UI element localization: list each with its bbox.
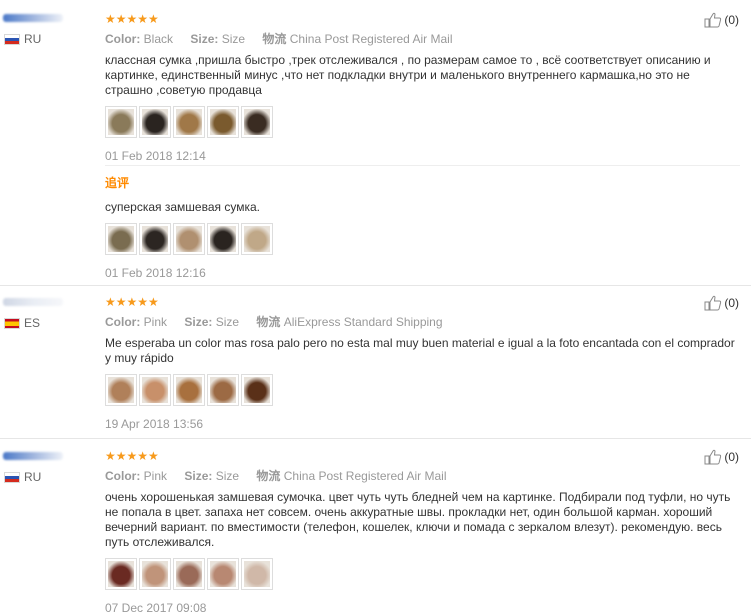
- photo-thumbnail[interactable]: [105, 558, 137, 590]
- color-value: Black: [143, 32, 174, 46]
- shipping-label: 物流: [256, 469, 281, 483]
- size-value: Size: [221, 32, 246, 46]
- photo-thumbnail[interactable]: [173, 106, 205, 138]
- review-content: ★★★★★ Color: Pink Size: Size 物流 AliExpre…: [105, 296, 740, 431]
- helpful-button[interactable]: (0): [704, 449, 739, 465]
- photo-thumbnail[interactable]: [241, 374, 273, 406]
- additional-review-text: суперская замшевая сумка.: [105, 200, 260, 214]
- order-info: Color: Pink Size: Size 物流 China Post Reg…: [105, 468, 740, 484]
- shipping-label: 物流: [256, 315, 281, 329]
- flag-es-icon: [4, 317, 20, 329]
- review-item: ES ★★★★★ Color: Pink Size: Size 物流 AliEx…: [0, 286, 751, 438]
- helpful-count: (0): [724, 450, 739, 464]
- additional-review-title: 追评: [105, 176, 130, 190]
- review-item: RU ★★★★★ Color: Black Size: Size 物流 Chin…: [0, 0, 751, 285]
- photo-thumbnail[interactable]: [173, 223, 205, 255]
- thumbs-up-icon: [704, 12, 722, 28]
- additional-review: 追评 суперская замшевая сумка. 01 Feb 2018…: [105, 174, 740, 280]
- helpful-count: (0): [724, 13, 739, 27]
- review-item: RU ★★★★★ Color: Pink Size: Size 物流 China…: [0, 439, 751, 615]
- photo-thumbnail[interactable]: [241, 558, 273, 590]
- review-date: 19 Apr 2018 13:56: [105, 417, 204, 431]
- shipping-label: 物流: [262, 32, 287, 46]
- photo-thumbnail[interactable]: [173, 374, 205, 406]
- helpful-button[interactable]: (0): [704, 295, 739, 311]
- country-code: ES: [24, 316, 41, 330]
- photo-thumbnail[interactable]: [105, 106, 137, 138]
- review-text: очень хорошенькая замшевая сумочка. цвет…: [105, 490, 731, 549]
- photo-thumbnail[interactable]: [139, 106, 171, 138]
- order-info: Color: Black Size: Size 物流 China Post Re…: [105, 31, 740, 47]
- review-photos: [105, 558, 740, 590]
- rating-stars: ★★★★★: [105, 295, 159, 309]
- reviewer-country: ES: [4, 316, 40, 330]
- reviewer-country: RU: [4, 470, 41, 484]
- rating-stars: ★★★★★: [105, 12, 159, 26]
- divider: [105, 165, 740, 166]
- color-value: Pink: [143, 315, 168, 329]
- reviewer-name: [3, 298, 63, 306]
- photo-thumbnail[interactable]: [241, 223, 273, 255]
- shipping-value: China Post Registered Air Mail: [289, 32, 453, 46]
- photo-thumbnail[interactable]: [241, 106, 273, 138]
- photo-thumbnail[interactable]: [105, 374, 137, 406]
- rating-stars: ★★★★★: [105, 449, 159, 463]
- size-label: Size:: [184, 315, 213, 329]
- photo-thumbnail[interactable]: [207, 374, 239, 406]
- additional-review-date: 01 Feb 2018 12:16: [105, 266, 206, 280]
- size-label: Size:: [190, 32, 219, 46]
- country-code: RU: [24, 470, 42, 484]
- shipping-value: AliExpress Standard Shipping: [283, 315, 443, 329]
- reviewer-name: [3, 14, 63, 22]
- helpful-button[interactable]: (0): [704, 12, 739, 28]
- color-label: Color:: [105, 315, 141, 329]
- country-code: RU: [24, 32, 42, 46]
- photo-thumbnail[interactable]: [207, 558, 239, 590]
- size-label: Size:: [184, 469, 213, 483]
- review-photos: [105, 106, 740, 138]
- order-info: Color: Pink Size: Size 物流 AliExpress Sta…: [105, 314, 740, 330]
- review-date: 07 Dec 2017 09:08: [105, 601, 207, 615]
- size-value: Size: [215, 469, 240, 483]
- review-content: ★★★★★ Color: Pink Size: Size 物流 China Po…: [105, 450, 740, 615]
- photo-thumbnail[interactable]: [207, 223, 239, 255]
- photo-thumbnail[interactable]: [207, 106, 239, 138]
- color-value: Pink: [143, 469, 168, 483]
- photo-thumbnail[interactable]: [139, 558, 171, 590]
- photo-thumbnail[interactable]: [105, 223, 137, 255]
- photo-thumbnail[interactable]: [139, 374, 171, 406]
- additional-review-photos: [105, 223, 740, 255]
- thumbs-up-icon: [704, 449, 722, 465]
- review-content: ★★★★★ Color: Black Size: Size 物流 China P…: [105, 13, 740, 163]
- color-label: Color:: [105, 32, 141, 46]
- flag-ru-icon: [4, 33, 20, 45]
- thumbs-up-icon: [704, 295, 722, 311]
- size-value: Size: [215, 315, 240, 329]
- review-date: 01 Feb 2018 12:14: [105, 149, 206, 163]
- photo-thumbnail[interactable]: [173, 558, 205, 590]
- photo-thumbnail[interactable]: [139, 223, 171, 255]
- reviewer-name: [3, 452, 63, 460]
- shipping-value: China Post Registered Air Mail: [283, 469, 447, 483]
- color-label: Color:: [105, 469, 141, 483]
- review-text: Me esperaba un color mas rosa palo pero …: [105, 336, 735, 365]
- reviewer-country: RU: [4, 32, 41, 46]
- review-photos: [105, 374, 740, 406]
- review-text: классная сумка ,пришла быстро ,трек отсл…: [105, 53, 711, 97]
- helpful-count: (0): [724, 296, 739, 310]
- flag-ru-icon: [4, 471, 20, 483]
